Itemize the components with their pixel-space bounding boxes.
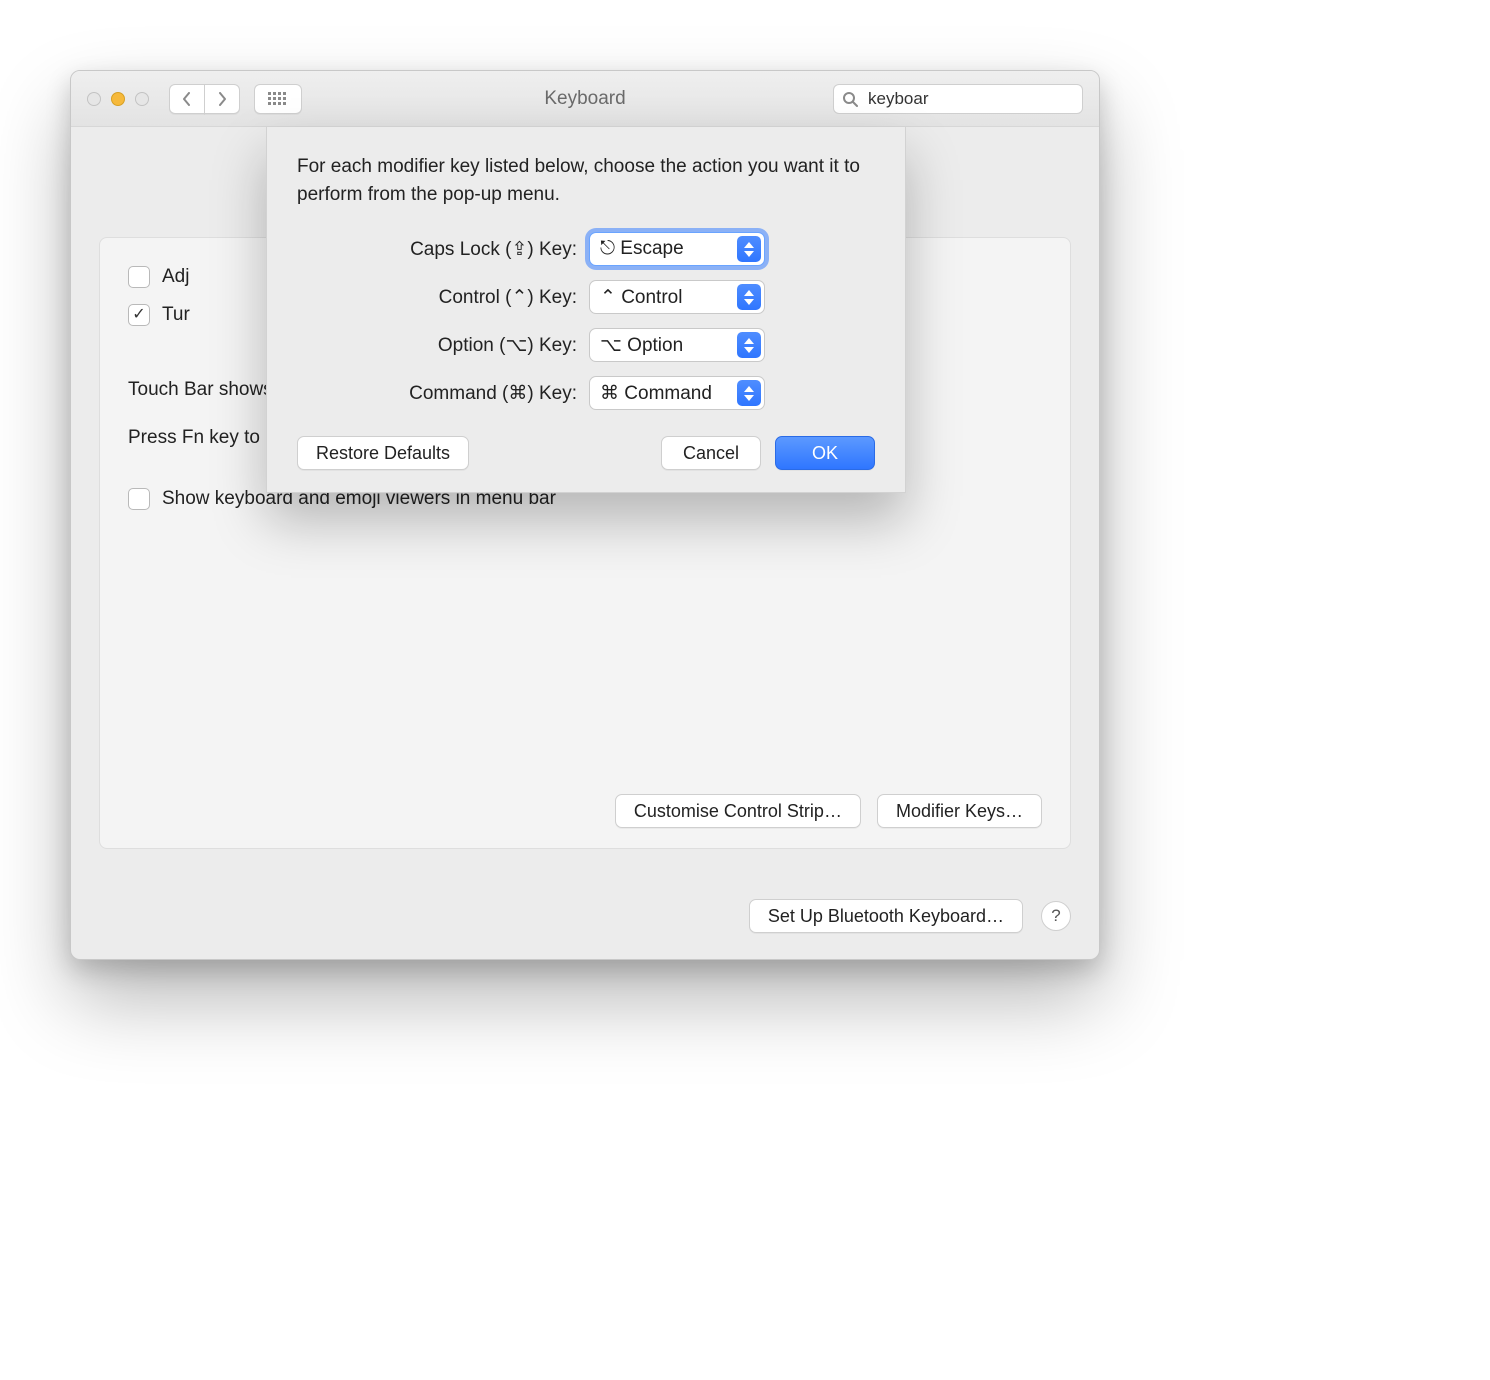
emoji-viewer-checkbox[interactable]	[128, 488, 150, 510]
modifier-key-label: Caps Lock (⇪) Key:	[297, 238, 589, 261]
adjust-brightness-checkbox[interactable]	[128, 266, 150, 288]
modifier-key-value: ⌥ Option	[600, 334, 683, 357]
customise-control-strip-button[interactable]: Customise Control Strip…	[615, 794, 861, 828]
modifier-key-select[interactable]: ⌘ Command	[589, 376, 765, 410]
bluetooth-keyboard-button[interactable]: Set Up Bluetooth Keyboard…	[749, 899, 1023, 933]
modifier-keys-sheet: For each modifier key listed below, choo…	[266, 127, 906, 493]
modifier-key-label: Control (⌃) Key:	[297, 286, 589, 309]
back-button[interactable]	[169, 84, 205, 114]
sheet-description: For each modifier key listed below, choo…	[297, 153, 875, 208]
search-field[interactable]	[833, 84, 1083, 114]
nav-back-forward	[169, 84, 240, 114]
search-input[interactable]	[866, 88, 1091, 110]
select-stepper-icon	[737, 284, 761, 310]
restore-defaults-button[interactable]: Restore Defaults	[297, 436, 469, 470]
panel-actions: Customise Control Strip… Modifier Keys…	[615, 794, 1042, 828]
turn-backlight-checkbox[interactable]	[128, 304, 150, 326]
adjust-brightness-label-truncated: Adj	[162, 266, 189, 288]
window-toolbar: Keyboard	[71, 71, 1099, 127]
clear-search-button[interactable]	[1099, 90, 1100, 108]
ok-button[interactable]: OK	[775, 436, 875, 470]
modifier-key-value: ⌃ Control	[600, 286, 682, 309]
modifier-key-label: Option (⌥) Key:	[297, 334, 589, 357]
modifier-row: Command (⌘) Key: ⌘ Command	[297, 376, 875, 410]
select-stepper-icon	[737, 380, 761, 406]
modifier-key-value: ⎋ Escape	[600, 238, 684, 260]
turn-backlight-label-truncated: Tur	[162, 304, 190, 326]
modifier-key-select[interactable]: ⌃ Control	[589, 280, 765, 314]
modifier-row: Option (⌥) Key: ⌥ Option	[297, 328, 875, 362]
select-stepper-icon	[737, 332, 761, 358]
cancel-button[interactable]: Cancel	[661, 436, 761, 470]
modifier-keys-button[interactable]: Modifier Keys…	[877, 794, 1042, 828]
select-stepper-icon	[737, 236, 761, 262]
modifier-key-select[interactable]: ⌥ Option	[589, 328, 765, 362]
press-fn-label: Press Fn key to	[128, 427, 260, 449]
sheet-actions: Restore Defaults Cancel OK	[297, 436, 875, 470]
chevron-right-icon	[217, 92, 227, 106]
modifier-key-label: Command (⌘) Key:	[297, 382, 589, 405]
zoom-window-button[interactable]	[135, 92, 149, 106]
chevron-left-icon	[182, 92, 192, 106]
show-all-button[interactable]	[254, 84, 302, 114]
modifier-key-value: ⌘ Command	[600, 382, 712, 405]
modifier-key-select[interactable]: ⎋ Escape	[589, 232, 765, 266]
modifier-row: Caps Lock (⇪) Key: ⎋ Escape	[297, 232, 875, 266]
help-button[interactable]: ?	[1041, 901, 1071, 931]
traffic-lights	[87, 92, 155, 106]
window-footer-actions: Set Up Bluetooth Keyboard… ?	[749, 899, 1071, 933]
modifier-row: Control (⌃) Key: ⌃ Control	[297, 280, 875, 314]
close-icon	[1099, 94, 1100, 104]
window-title: Keyboard	[544, 88, 625, 109]
touch-bar-shows-label: Touch Bar shows	[128, 379, 273, 401]
search-icon	[842, 91, 858, 107]
forward-button[interactable]	[204, 84, 240, 114]
preferences-window: Keyboard Adj Tur	[70, 70, 1100, 960]
close-window-button[interactable]	[87, 92, 101, 106]
grid-icon	[268, 92, 288, 106]
minimise-window-button[interactable]	[111, 92, 125, 106]
